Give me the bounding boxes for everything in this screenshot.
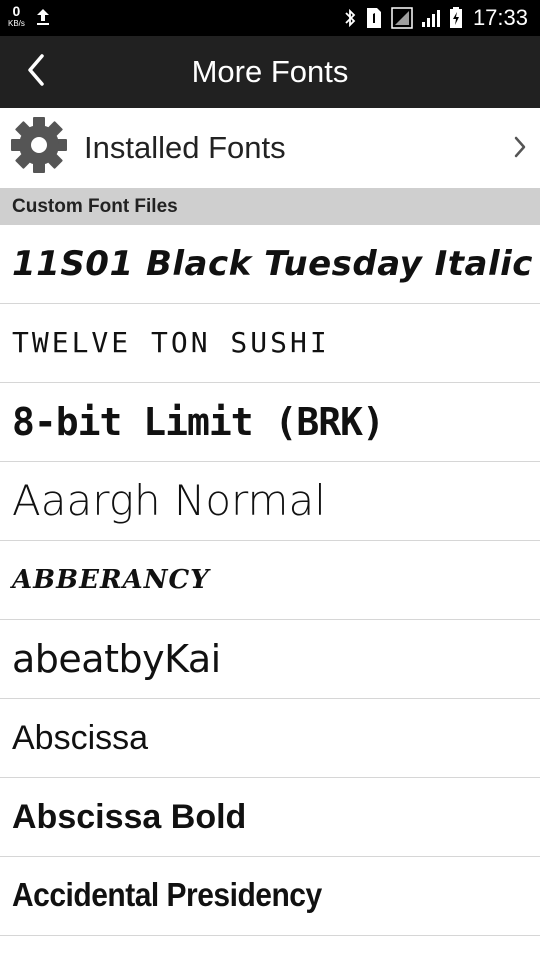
font-list-item[interactable]: abeatbyKai (0, 620, 540, 699)
font-name: abeatbyKai (12, 637, 221, 681)
font-name: Abberancy (12, 565, 210, 595)
battery-icon (449, 7, 463, 29)
font-name: TWELVE TON SUSHI (12, 326, 330, 359)
font-name: Accidental Presidency (12, 877, 322, 914)
toolbar: More Fonts (0, 36, 540, 108)
font-name: Abscissa (12, 719, 149, 757)
signal-icon (391, 7, 413, 29)
installed-fonts-row[interactable]: Installed Fonts (0, 108, 540, 188)
status-left: 0 KB/s (8, 4, 51, 30)
font-list-item[interactable]: Abscissa Bold (0, 778, 540, 857)
font-name: Abscissa Bold (12, 798, 247, 836)
page-title: More Fonts (191, 54, 349, 89)
section-header-label: Custom Font Files (12, 196, 178, 217)
upload-icon (35, 8, 51, 30)
font-list-item[interactable]: Abscissa (0, 699, 540, 778)
font-list-item[interactable]: Accidental Presidency (0, 857, 540, 936)
font-list-item[interactable]: TWELVE TON SUSHI (0, 304, 540, 383)
network-speed: 0 KB/s (8, 4, 25, 28)
status-bar: 0 KB/s 17:33 (0, 0, 540, 36)
network-speed-unit: KB/s (8, 19, 25, 28)
installed-fonts-label: Installed Fonts (84, 130, 286, 165)
font-list-item[interactable]: 8-bit Limit (BRK) (0, 383, 540, 462)
signal-icon (421, 8, 441, 28)
font-name: 8-bit Limit (BRK) (12, 400, 385, 444)
gear-icon (10, 116, 68, 174)
font-name: 11S01 Black Tuesday Italic (12, 244, 533, 284)
font-list-item[interactable]: 11S01 Black Tuesday Italic (0, 225, 540, 304)
chevron-right-icon (512, 134, 528, 164)
status-right: 17:33 (335, 0, 528, 36)
sim-1-icon (365, 7, 383, 29)
font-name: Aaargh Normal (12, 476, 326, 525)
font-list-item[interactable]: Abberancy (0, 541, 540, 620)
bluetooth-icon (343, 8, 357, 28)
section-header: Custom Font Files (0, 188, 540, 225)
font-list: 11S01 Black Tuesday Italic TWELVE TON SU… (0, 225, 540, 936)
network-speed-value: 0 (12, 3, 21, 19)
clock: 17:33 (472, 5, 528, 30)
font-list-item[interactable]: Aaargh Normal (0, 462, 540, 541)
